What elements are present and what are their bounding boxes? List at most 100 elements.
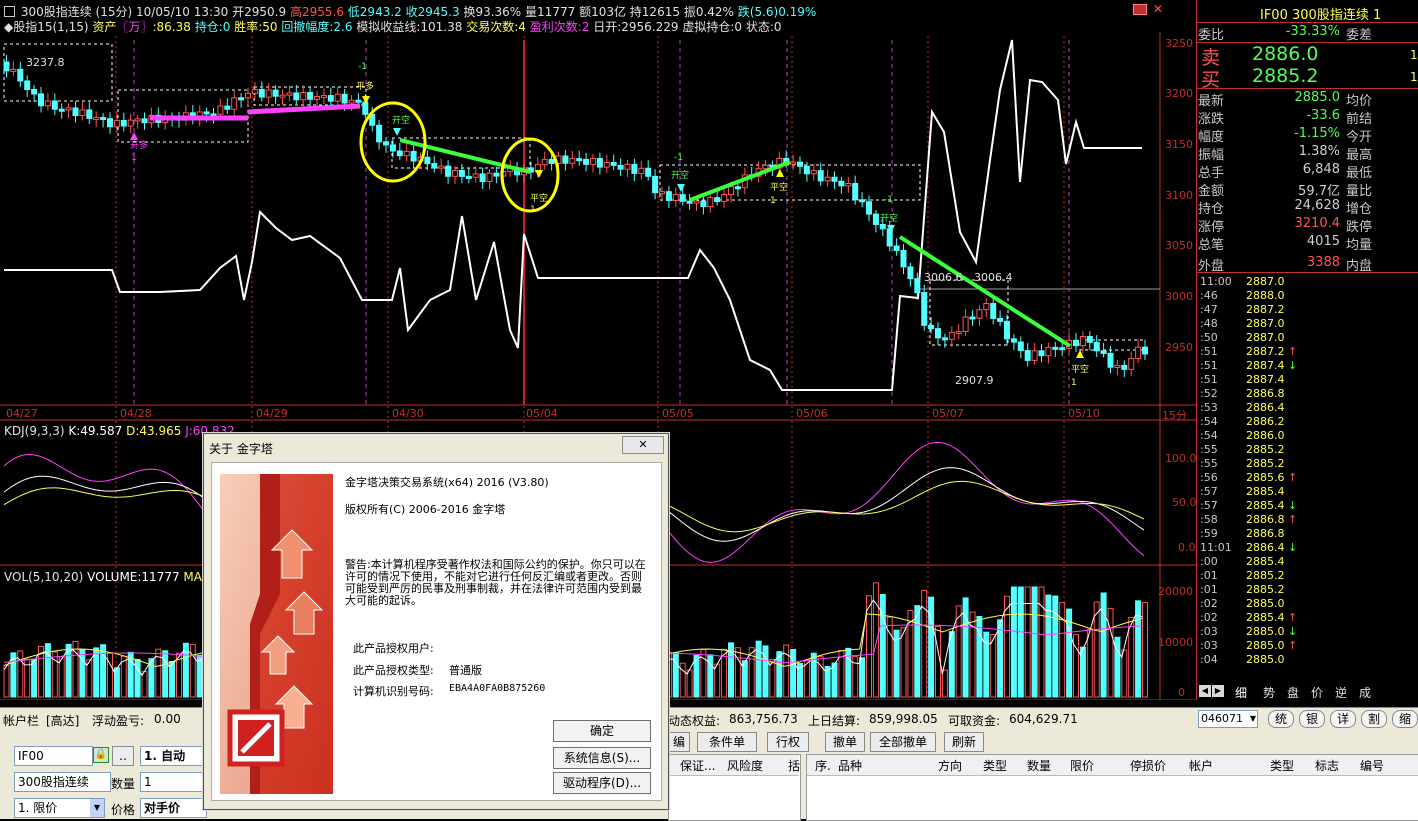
exercise-button[interactable]: 行权 xyxy=(767,732,809,752)
stats-button[interactable]: 统 xyxy=(1268,710,1294,728)
side-tab-4[interactable]: 逆 xyxy=(1335,684,1347,701)
tick-time: :56 xyxy=(1200,471,1218,484)
buy-qty: 1 xyxy=(1410,70,1418,84)
quote-row: 总手 6,848 最低 xyxy=(1198,162,1380,181)
candle-body xyxy=(859,199,866,203)
detail-button[interactable]: 详 xyxy=(1330,710,1356,728)
cancel-order-button[interactable]: 撤单 xyxy=(825,732,865,752)
cancel-all-button[interactable]: 全部撤单 xyxy=(870,732,936,752)
side-tab-0[interactable]: 细 xyxy=(1235,684,1247,701)
grid-col-header[interactable]: 类型 xyxy=(983,756,1007,776)
side-tab-bar: ◀ ▶ 细 势 盘 价 逆 成 xyxy=(1197,683,1418,700)
bank-button[interactable]: 银 xyxy=(1299,710,1325,728)
chart-title: 300股指连续 (15分) xyxy=(20,5,133,19)
qty-input[interactable]: 1 xyxy=(140,772,207,792)
candle-body xyxy=(452,170,458,177)
grid-col-header[interactable]: 停损价 xyxy=(1130,756,1166,776)
split-button[interactable]: 割 xyxy=(1361,710,1387,728)
ok-button[interactable]: 确定 xyxy=(553,720,651,742)
volume-bar xyxy=(58,656,65,698)
candle-body xyxy=(548,158,555,164)
tick-price: 2885.2 xyxy=(1246,569,1285,582)
tick-price: 2885.0 xyxy=(1246,639,1285,652)
grid-col-header[interactable]: 数量 xyxy=(1027,756,1051,776)
conditional-order-button[interactable]: 条件单 xyxy=(697,732,757,752)
candle-body xyxy=(879,223,886,230)
grid-col-extra[interactable]: 括 xyxy=(788,756,800,776)
grid-col-header[interactable]: 限价 xyxy=(1070,756,1094,776)
order-mode-select[interactable]: 1. 自动 xyxy=(140,746,207,766)
tick-row: :00 2885.4 xyxy=(1198,555,1398,569)
tick-price: 2885.0 xyxy=(1246,597,1285,610)
side-tab-5[interactable]: 成 xyxy=(1359,684,1371,701)
chart-amplitude: 振0.42% xyxy=(683,5,734,19)
driver-button[interactable]: 驱动程序(D)... xyxy=(553,772,651,794)
candle-body xyxy=(700,200,707,208)
volume-bar xyxy=(141,671,148,698)
about-dialog: 关于 金字塔 ✕ 金字塔决策交易系统(x64) 2016 (V3.80) 版权所… xyxy=(203,433,669,810)
quote-row-value: 3210.4 xyxy=(1294,216,1341,231)
side-tab-1[interactable]: 势 xyxy=(1263,684,1275,701)
close-chart-icon[interactable]: ✕ xyxy=(1153,2,1163,16)
candle-body xyxy=(389,144,396,152)
grid-col-header[interactable]: 序. xyxy=(815,756,831,776)
tick-row: :03 2885.0 ↓ xyxy=(1198,625,1398,639)
warning-text: 警告:本计算机程序受著作权法和国际公约的保护。你只可以在许可的情况下使用，不能对… xyxy=(345,558,646,607)
volume-bar xyxy=(162,650,169,698)
volume-bar xyxy=(831,662,838,698)
shrink-button[interactable]: 缩 xyxy=(1392,710,1418,728)
account-select[interactable]: 046071 ▼ xyxy=(1198,710,1258,728)
lock-icon[interactable]: 🔒 xyxy=(93,747,109,763)
grid-col-risk[interactable]: 风险度 xyxy=(727,756,763,776)
grid-col-margin[interactable]: 保证... xyxy=(680,756,715,776)
grid-col-header[interactable]: 类型 xyxy=(1270,756,1294,776)
scroll-right-icon[interactable]: ▶ xyxy=(1212,685,1224,697)
machine-id-value: EBA4A0FA0B875260 xyxy=(449,683,546,694)
y-label-1: 3200 xyxy=(1165,87,1193,100)
tick-price: 2886.4 xyxy=(1246,541,1285,554)
volume-bar xyxy=(686,669,693,698)
candle-body xyxy=(79,109,86,117)
grid-col-header[interactable]: 品种 xyxy=(838,756,862,776)
price-type-select[interactable]: 1. 限价 ▼ xyxy=(14,798,105,818)
symbol-picker-button[interactable]: .. xyxy=(112,746,134,766)
price-input[interactable]: 对手价 xyxy=(140,798,207,818)
candle-body xyxy=(955,331,962,335)
refresh-button[interactable]: 刷新 xyxy=(944,732,984,752)
grid-col-header[interactable]: 方向 xyxy=(938,756,962,776)
grid-col-header[interactable]: 标志 xyxy=(1315,756,1339,776)
side-tab-2[interactable]: 盘 xyxy=(1287,684,1299,701)
vol-y-0: 20000 xyxy=(1158,585,1193,598)
candle-body xyxy=(762,164,769,170)
edit-button[interactable]: 编 xyxy=(668,732,690,752)
candle-body xyxy=(914,278,921,294)
system-info-button[interactable]: 系统信息(S)... xyxy=(553,747,651,769)
tick-arrow: ↑ xyxy=(1288,611,1298,624)
grid-col-header[interactable]: 帐户 xyxy=(1189,756,1213,776)
grid-col-header[interactable]: 编号 xyxy=(1360,756,1384,776)
volume-bar xyxy=(107,652,113,698)
candle-body xyxy=(803,165,810,175)
side-tab-3[interactable]: 价 xyxy=(1311,684,1323,701)
candle-body xyxy=(320,95,327,99)
candle-body xyxy=(1010,338,1017,343)
close-icon[interactable]: ✕ xyxy=(622,436,664,454)
candle-body xyxy=(990,303,997,319)
quote-row-value: 6,848 xyxy=(1302,162,1340,177)
tick-price: 2887.0 xyxy=(1246,275,1285,288)
candle-body xyxy=(424,156,431,165)
signal-one-c: 1 xyxy=(770,196,776,206)
tick-time: :51 xyxy=(1200,345,1218,358)
candle-body xyxy=(1017,341,1024,352)
symbol-input[interactable]: IF00 xyxy=(14,746,93,766)
tick-time: :01 xyxy=(1200,583,1218,596)
chart-volume: 量11777 xyxy=(525,5,576,19)
red-book-icon[interactable] xyxy=(1133,4,1147,15)
scroll-left-icon[interactable]: ◀ xyxy=(1199,685,1211,697)
candle-body xyxy=(107,118,113,128)
volume-bar xyxy=(1038,586,1045,698)
quote-header: IF00 300股指连续 1 xyxy=(1260,4,1381,23)
candle-body xyxy=(1107,352,1114,368)
kdj-y-0: 100.0 xyxy=(1165,452,1197,465)
quote-weibi: 委比 -33.33% 委差 xyxy=(1198,24,1380,43)
